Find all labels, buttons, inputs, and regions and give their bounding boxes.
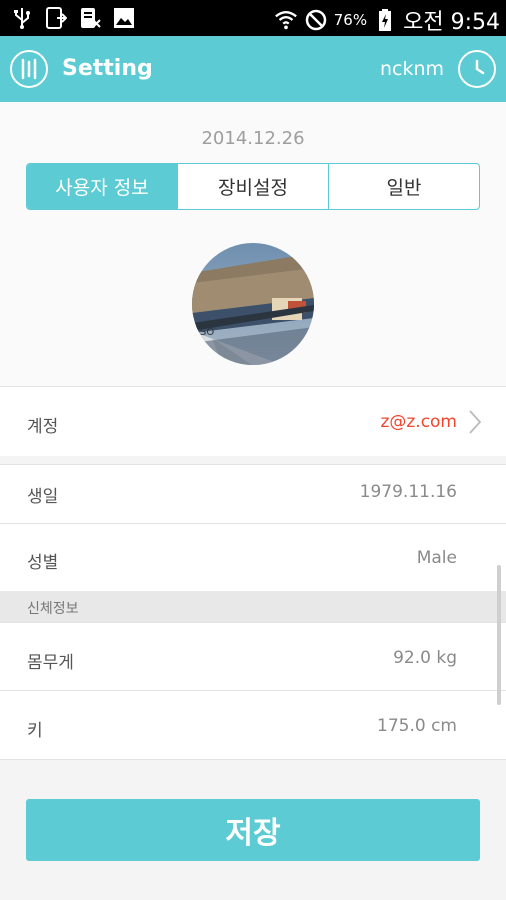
tab-general[interactable]: 일반: [328, 164, 479, 209]
chevron-right-icon: [468, 409, 482, 439]
notification-icon: [78, 6, 102, 30]
usb-icon: [10, 6, 34, 30]
tab-user-info[interactable]: 사용자 정보: [27, 164, 177, 209]
gender-row[interactable]: 성별 Male: [0, 523, 506, 591]
clock-icon: [475, 59, 485, 75]
account-label: 계정: [27, 417, 59, 437]
save-button[interactable]: 저장: [26, 799, 480, 861]
settings-tabs: 사용자 정보 장비설정 일반: [26, 163, 480, 210]
account-value[interactable]: z@z.com: [380, 412, 457, 432]
user-nickname: ncknm: [379, 58, 444, 80]
tab-device-settings[interactable]: 장비설정: [177, 164, 328, 209]
section-title: 신체정보: [27, 601, 79, 617]
status-time: 오전 9:54: [403, 10, 500, 35]
svg-text:SO: SO: [200, 327, 214, 338]
avatar[interactable]: SO: [192, 243, 314, 365]
weight-value: 92.0 kg: [393, 648, 457, 668]
status-bar: 76% 오전 9:54: [0, 0, 506, 36]
current-date: 2014.12.26: [201, 128, 305, 149]
battery-icon: [373, 8, 397, 32]
screen-mirror-icon: [44, 6, 68, 30]
birthday-label: 생일: [27, 487, 59, 507]
page-title: Setting: [62, 56, 153, 81]
weight-row[interactable]: 몸무게 92.0 kg: [0, 622, 506, 690]
history-button[interactable]: [458, 50, 496, 88]
account-row[interactable]: 계정 z@z.com: [0, 386, 506, 456]
height-value: 175.0 cm: [377, 716, 457, 736]
gender-label: 성별: [27, 553, 59, 573]
body-info-section-header: 신체정보: [0, 591, 506, 622]
weight-label: 몸무게: [27, 653, 74, 673]
do-not-disturb-icon: [304, 8, 328, 32]
birthday-value: 1979.11.16: [359, 482, 457, 502]
height-row[interactable]: 키 175.0 cm: [0, 690, 506, 760]
wifi-icon: [274, 8, 298, 32]
app-bar: Setting ncknm: [0, 36, 506, 102]
menu-icon: [21, 58, 37, 80]
scrollbar[interactable]: [497, 565, 501, 705]
menu-button[interactable]: [10, 50, 48, 88]
gender-value: Male: [416, 548, 457, 568]
battery-percent: 76%: [333, 11, 368, 29]
birthday-row[interactable]: 생일 1979.11.16: [0, 464, 506, 523]
height-label: 키: [27, 721, 43, 741]
image-icon: [112, 6, 136, 30]
